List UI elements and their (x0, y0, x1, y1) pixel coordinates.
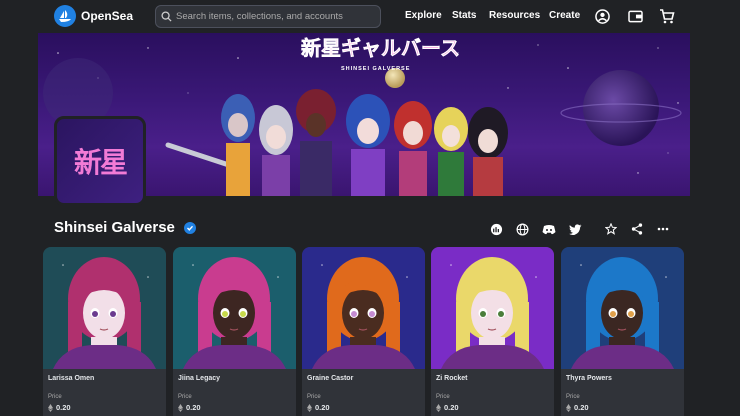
nft-image[interactable] (43, 247, 166, 369)
nav-link-create[interactable]: Create (549, 10, 580, 21)
nft-name[interactable]: Zi Rocket (436, 375, 468, 382)
price-label: Price (436, 394, 450, 400)
search-box[interactable] (155, 5, 381, 28)
nft-price-value: 0.20 (56, 403, 71, 412)
nft-price-value: 0.20 (574, 403, 589, 412)
cart-icon[interactable] (659, 8, 675, 24)
nft-name[interactable]: Jiina Legacy (178, 375, 220, 382)
nft-price: 0.20 (566, 403, 589, 412)
price-label: Price (566, 394, 580, 400)
price-label: Price (178, 394, 192, 400)
nft-image[interactable] (173, 247, 296, 369)
price-label: Price (307, 394, 321, 400)
nft-card[interactable]: Zi Rocket Price 0.20 (431, 247, 554, 416)
collection-title: Shinsei Galverse (54, 219, 175, 236)
etherscan-icon[interactable] (489, 222, 503, 236)
avatar-text: 新星 (73, 146, 128, 179)
eth-icon (436, 403, 441, 412)
banner-title: 新星ギャルバース (301, 36, 460, 60)
eth-icon (178, 403, 183, 412)
nft-image[interactable] (561, 247, 684, 369)
nft-price-value: 0.20 (186, 403, 201, 412)
nft-price-value: 0.20 (444, 403, 459, 412)
more-options-icon[interactable] (656, 222, 670, 236)
sailboat-icon (59, 10, 71, 22)
price-label: Price (48, 394, 62, 400)
nft-price: 0.20 (436, 403, 459, 412)
nft-name[interactable]: Larissa Omen (48, 375, 94, 382)
nft-card[interactable]: Larissa Omen Price 0.20 (43, 247, 166, 416)
nft-price: 0.20 (307, 403, 330, 412)
nft-image[interactable] (302, 247, 425, 369)
eth-icon (48, 403, 53, 412)
nft-price: 0.20 (178, 403, 201, 412)
opensea-logo[interactable] (54, 5, 76, 27)
nav-link-explore[interactable]: Explore (405, 10, 442, 21)
twitter-icon[interactable] (568, 222, 582, 236)
nav-link-stats[interactable]: Stats (452, 10, 476, 21)
wallet-icon[interactable] (627, 8, 643, 24)
nft-card[interactable]: Graine Castor Price 0.20 (302, 247, 425, 416)
nft-card[interactable]: Jiina Legacy Price 0.20 (173, 247, 296, 416)
search-icon (161, 11, 172, 22)
profile-icon[interactable] (594, 8, 610, 24)
nav-link-resources[interactable]: Resources (489, 10, 540, 21)
eth-icon (307, 403, 312, 412)
brand-name[interactable]: OpenSea (81, 9, 133, 23)
share-icon[interactable] (630, 222, 644, 236)
website-globe-icon[interactable] (515, 222, 529, 236)
verified-badge-icon (184, 222, 196, 234)
eth-icon (566, 403, 571, 412)
collection-avatar: 新星 (54, 116, 146, 206)
discord-icon[interactable] (542, 222, 556, 236)
nft-name[interactable]: Thyra Powers (566, 375, 612, 382)
favorite-star-icon[interactable] (604, 222, 618, 236)
nft-price-value: 0.20 (315, 403, 330, 412)
nft-price: 0.20 (48, 403, 71, 412)
banner-subtitle: SHINSEI GALVERSE (341, 66, 410, 72)
nft-card[interactable]: Thyra Powers Price 0.20 (561, 247, 684, 416)
nft-image[interactable] (431, 247, 554, 369)
top-navbar: OpenSea Explore Stats Resources Create (0, 0, 740, 33)
search-input[interactable] (176, 11, 376, 22)
nft-name[interactable]: Graine Castor (307, 375, 353, 382)
